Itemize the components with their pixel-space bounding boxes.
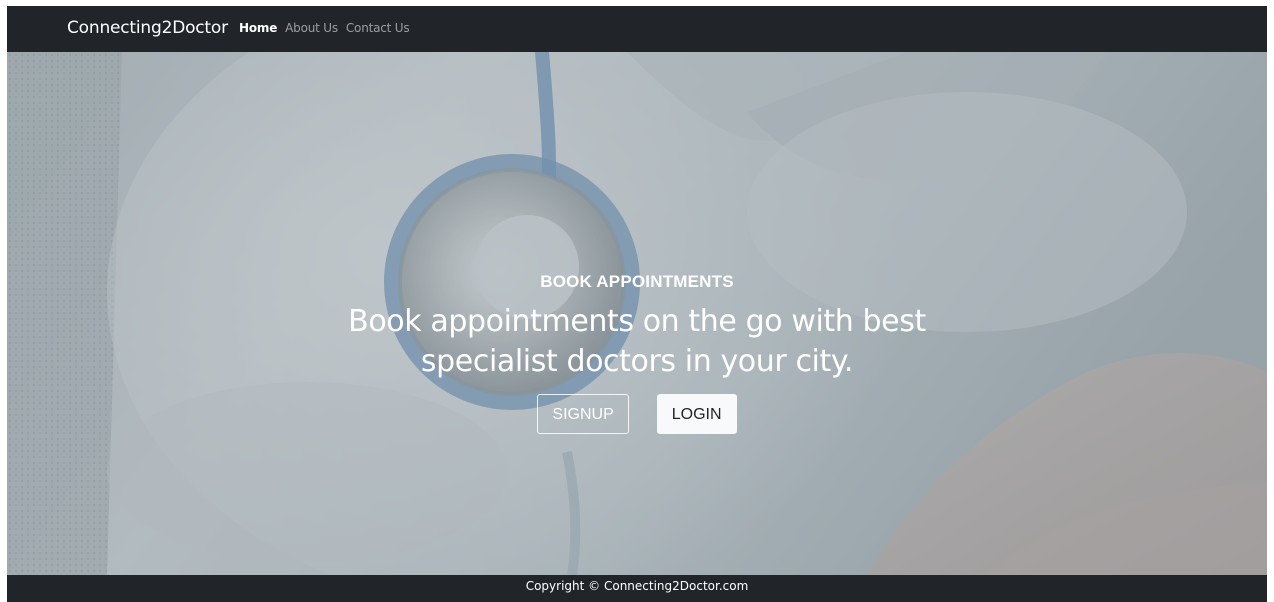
hero-eyebrow: BOOK APPOINTMENTS xyxy=(540,272,734,291)
hero-content: BOOK APPOINTMENTS Book appointments on t… xyxy=(7,270,1267,434)
nav-link-contact-us[interactable]: Contact Us xyxy=(346,19,410,37)
hero-title: Book appointments on the go with best sp… xyxy=(348,304,926,379)
hero-actions: SIGNUP LOGIN xyxy=(7,394,1267,434)
page-footer: Copyright © Connecting2Doctor.com xyxy=(7,575,1267,602)
nav-link-about-us[interactable]: About Us xyxy=(285,19,338,37)
nav-links: Home About Us Contact Us xyxy=(239,19,410,37)
hero-section: BOOK APPOINTMENTS Book appointments on t… xyxy=(7,52,1267,575)
brand-logo-link[interactable]: Connecting2Doctor xyxy=(67,16,228,40)
top-navbar: Connecting2Doctor Home About Us Contact … xyxy=(7,6,1267,52)
signup-button[interactable]: SIGNUP xyxy=(537,394,629,434)
page-frame: Connecting2Doctor Home About Us Contact … xyxy=(7,6,1267,602)
login-button[interactable]: LOGIN xyxy=(656,394,737,434)
footer-copyright: Copyright © Connecting2Doctor.com xyxy=(525,579,749,593)
nav-link-home[interactable]: Home xyxy=(239,19,277,37)
